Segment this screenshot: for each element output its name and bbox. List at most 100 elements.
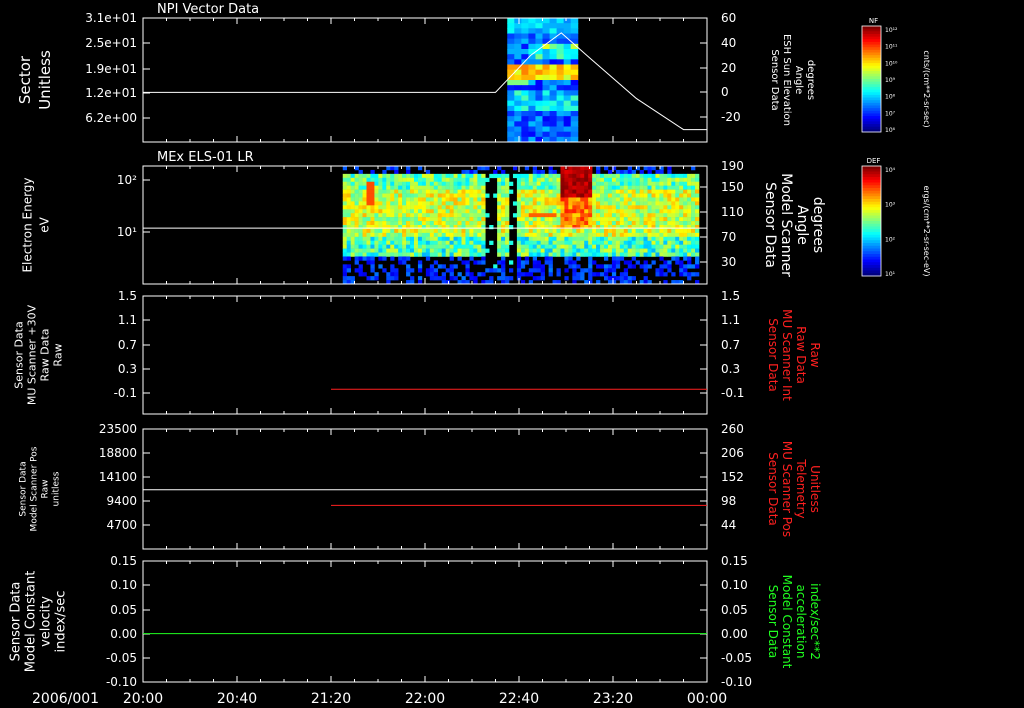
spectrogram-cell (580, 272, 585, 277)
spectrogram-cell (592, 177, 597, 183)
heatmap-cell (542, 90, 551, 96)
spectrogram-cell (540, 169, 545, 175)
heatmap-cell (542, 95, 551, 102)
spectrogram-cell (437, 185, 443, 190)
colorbar-unit-label: ergs/(cm**2-sr-sec-eV) (922, 185, 931, 276)
spectrogram-cell (667, 268, 672, 273)
right-axis-label: Sensor Data (766, 452, 780, 526)
spectrogram-cell (623, 173, 629, 179)
spectrogram-cell (528, 221, 534, 226)
spectrogram-cell (695, 272, 700, 277)
spectrogram-cell (520, 236, 526, 242)
heatmap-cell (535, 18, 543, 24)
spectrogram-cell (568, 181, 573, 186)
spectrogram-cell (695, 228, 700, 234)
spectrogram-cell (588, 209, 593, 214)
spectrogram-cell (683, 272, 688, 277)
spectrogram-cell (342, 193, 348, 198)
spectrogram-cell (342, 272, 348, 277)
spectrogram-cell (536, 185, 541, 190)
spectrogram-cell (619, 276, 625, 281)
spectrogram-cell (342, 209, 348, 214)
spectrogram-cell (410, 217, 415, 222)
spectrogram-cell (655, 232, 660, 238)
spectrogram-cell (659, 221, 664, 226)
spectrogram-cell (520, 193, 526, 198)
spectrogram-cell (465, 240, 470, 245)
heatmap-cell (570, 80, 579, 86)
spectrogram-cell (520, 244, 526, 249)
spectrogram-cell (631, 228, 636, 234)
spectrogram-cell (671, 240, 676, 245)
spectrogram-cell (489, 276, 494, 281)
spectrogram-cell (524, 240, 530, 245)
spectrogram-cell (398, 240, 403, 245)
left-axis-label: Raw (52, 343, 65, 366)
spectrogram-cell (425, 236, 431, 242)
spectrogram-cell (441, 232, 446, 238)
spectrogram-cell (473, 248, 478, 253)
heatmap-cell (542, 121, 551, 127)
spectrogram-cell (410, 244, 415, 249)
y-tick-label-left: 23500 (99, 422, 137, 436)
spectrogram-cell (390, 272, 395, 277)
heatmap-cell (528, 64, 536, 71)
spectrogram-cell (402, 213, 407, 218)
spectrogram-cell (370, 213, 375, 218)
spectrogram-cell (679, 248, 684, 253)
spectrogram-cell (410, 185, 415, 190)
spectrogram-cell (528, 209, 534, 214)
panel-frame (142, 428, 708, 550)
spectrogram-cell (394, 221, 399, 226)
spectrogram-cell (560, 248, 565, 253)
spectrogram-cell (607, 201, 613, 206)
heatmap-cell (549, 74, 558, 81)
spectrogram-cell (695, 213, 700, 218)
y-tick-label-right: 0.3 (721, 362, 740, 376)
spectrogram-cell (576, 252, 581, 257)
spectrogram-cell (370, 276, 375, 281)
spectrogram-cell (683, 197, 688, 202)
spectrogram-cell (354, 221, 359, 226)
spectrogram-cell (370, 236, 375, 242)
heatmap-cell (556, 90, 565, 96)
spectrogram-cell (358, 169, 363, 175)
spectrogram-cell (615, 232, 621, 238)
spectrogram-cell (596, 185, 601, 190)
spectrogram-cell (691, 236, 696, 242)
spectrogram-cell (683, 201, 688, 206)
spectrogram-cell (473, 193, 478, 198)
spectrogram-cell (370, 185, 375, 190)
spectrogram-cell (687, 240, 692, 245)
spectrogram-cell (643, 181, 648, 186)
spectrogram-cell (556, 217, 561, 222)
spectrogram-cell (342, 248, 348, 253)
spectrogram-cell (378, 240, 383, 245)
heatmap-cell (535, 131, 543, 138)
spectrogram-cell (461, 201, 466, 206)
heatmap-cell (556, 43, 565, 50)
spectrogram-cell (453, 236, 458, 242)
spectrogram-cell (465, 264, 470, 269)
spectrogram-cell (406, 181, 411, 186)
spectrogram-cell (461, 228, 466, 234)
spectrogram-cell (382, 217, 387, 222)
spectrogram-cell (607, 185, 613, 190)
spectrogram-cell (568, 197, 573, 202)
spectrogram-cell (382, 205, 387, 210)
spectrogram-cell (421, 205, 427, 210)
heatmap-cell (507, 54, 515, 60)
spectrogram-cell (473, 252, 478, 257)
spectrogram-cell (619, 252, 625, 257)
heatmap-cell (549, 64, 558, 71)
spectrogram-cell (592, 205, 597, 210)
spectrogram-cell (417, 201, 423, 206)
spectrogram-cell (619, 244, 625, 249)
spectrogram-cell (643, 276, 648, 281)
spectrogram-cell (524, 193, 530, 198)
spectrogram-cell (505, 209, 510, 214)
spectrogram-cell (647, 213, 652, 218)
y-tick-label-left: 4700 (106, 518, 137, 532)
spectrogram-cell (465, 232, 470, 238)
spectrogram-cell (461, 236, 466, 242)
